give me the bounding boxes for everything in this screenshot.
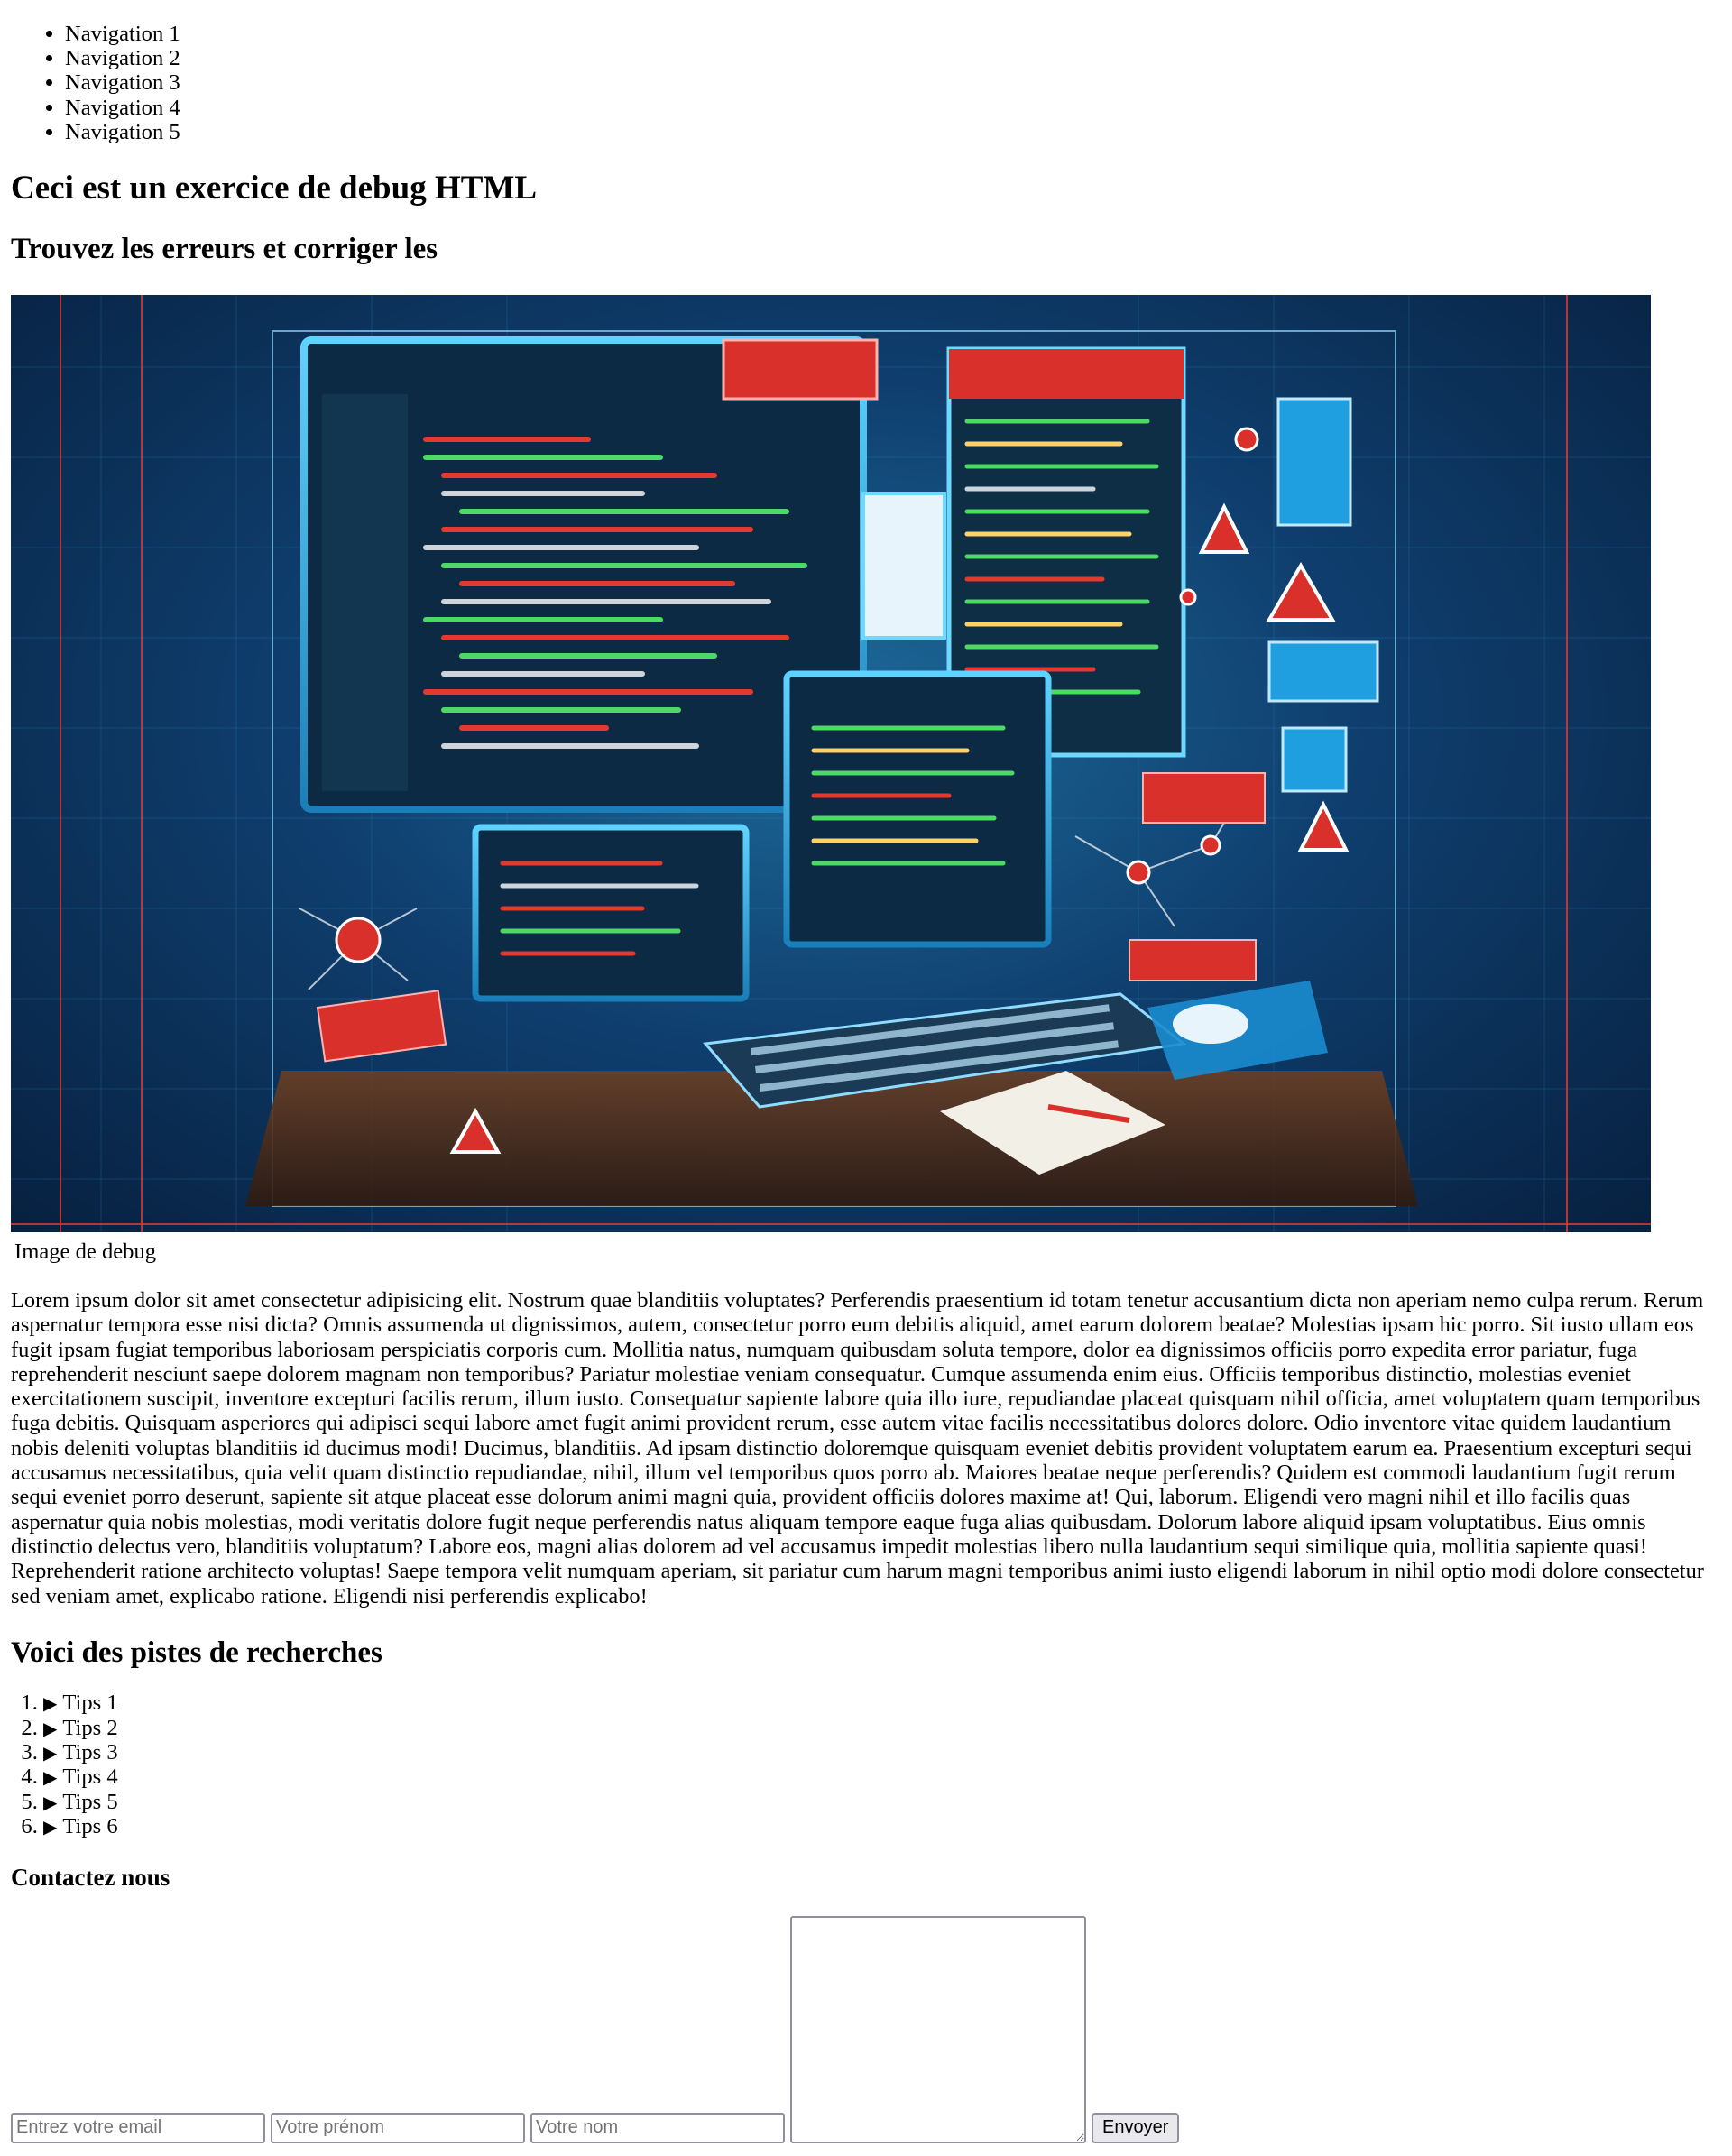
nav-item-5[interactable]: Navigation 5 (65, 120, 1721, 144)
body-paragraph: Lorem ipsum dolor sit amet consectetur a… (11, 1287, 1704, 1608)
contact-form: Envoyer (11, 1915, 1721, 2143)
message-textarea[interactable] (790, 1915, 1086, 2143)
page: Navigation 1 Navigation 2 Navigation 3 N… (0, 0, 1732, 2143)
disclosure-triangle-icon: ▶ (43, 1694, 58, 1715)
lastname-field[interactable] (530, 2112, 785, 2143)
nav-item-1[interactable]: Navigation 1 (65, 22, 1721, 46)
tips-item[interactable]: ▶Tips 4 (43, 1764, 1721, 1789)
tips-item-label: Tips 1 (62, 1691, 118, 1716)
nav-item-4[interactable]: Navigation 4 (65, 96, 1721, 120)
page-subtitle: Trouvez les erreurs et corriger les (11, 233, 438, 266)
page-title: Ceci est un exercice de debug HTML (11, 169, 538, 207)
tips-item-label: Tips 2 (62, 1715, 118, 1740)
disclosure-triangle-icon: ▶ (43, 1768, 58, 1789)
tips-heading: Voici des pistes de recherches (11, 1635, 382, 1669)
contact-heading: Contactez nous (11, 1864, 170, 1892)
tips-item-label: Tips 3 (62, 1740, 118, 1765)
nav-item-2[interactable]: Navigation 2 (65, 46, 1721, 70)
tips-list: ▶Tips 1 ▶Tips 2 ▶Tips 3 ▶Tips 4 ▶Tips 5 … (11, 1691, 1721, 1838)
tips-item[interactable]: ▶Tips 6 (43, 1814, 1721, 1838)
navigation-list: Navigation 1 Navigation 2 Navigation 3 N… (11, 0, 1721, 144)
tips-item[interactable]: ▶Tips 5 (43, 1790, 1721, 1814)
tips-item-label: Tips 6 (62, 1813, 118, 1838)
figure-caption: Image de debug (14, 1239, 157, 1264)
disclosure-triangle-icon: ▶ (43, 1718, 58, 1739)
tips-item[interactable]: ▶Tips 1 (43, 1691, 1721, 1715)
debug-illustration (11, 294, 1651, 1232)
disclosure-triangle-icon: ▶ (43, 1792, 58, 1813)
tips-item[interactable]: ▶Tips 2 (43, 1716, 1721, 1740)
tips-item[interactable]: ▶Tips 3 (43, 1740, 1721, 1764)
submit-button[interactable]: Envoyer (1092, 2112, 1180, 2143)
tips-item-label: Tips 4 (62, 1764, 118, 1790)
firstname-field[interactable] (271, 2112, 525, 2143)
nav-item-3[interactable]: Navigation 3 (65, 70, 1721, 95)
debug-illustration-art (11, 294, 1651, 1232)
debug-figure: Image de debug (11, 294, 1721, 1264)
disclosure-triangle-icon: ▶ (43, 1817, 58, 1838)
tips-item-label: Tips 5 (62, 1789, 118, 1814)
disclosure-triangle-icon: ▶ (43, 1744, 58, 1764)
email-field[interactable] (11, 2112, 265, 2143)
main-monitor (300, 336, 867, 813)
